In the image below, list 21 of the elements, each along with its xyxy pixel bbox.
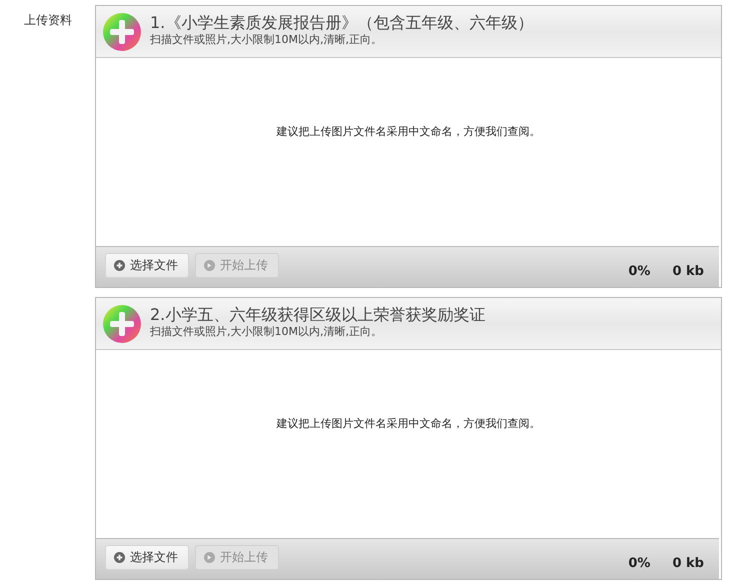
- upload-requirements: 扫描文件或照片,大小限制10M以内,清晰,正向。: [150, 324, 383, 338]
- upload-requirements: 扫描文件或照片,大小限制10M以内,清晰,正向。: [150, 32, 383, 46]
- upload-size: 0 kb: [672, 556, 704, 570]
- upload-title: 2.小学五、六年级获得区级以上荣誉获奖励奖证: [150, 304, 486, 324]
- drop-hint: 建议把上传图片文件名采用中文命名，方便我们查阅。: [276, 124, 540, 138]
- upload-size: 0 kb: [672, 264, 704, 278]
- plus-icon: [102, 304, 142, 344]
- play-icon: [204, 260, 215, 270]
- plus-icon: [102, 12, 142, 52]
- play-icon: [204, 552, 215, 562]
- upload-percent: 0%: [628, 264, 650, 278]
- drop-area[interactable]: 建议把上传图片文件名采用中文命名，方便我们查阅。: [96, 58, 721, 246]
- drop-area[interactable]: 建议把上传图片文件名采用中文命名，方便我们查阅。: [96, 350, 721, 538]
- plus-icon: [114, 552, 125, 562]
- field-label: 上传资料: [23, 12, 73, 29]
- upload-title: 1.《小学生素质发展报告册》（包含五年级、六年级）: [150, 12, 534, 32]
- plus-icon: [114, 260, 125, 270]
- drop-hint: 建议把上传图片文件名采用中文命名，方便我们查阅。: [276, 416, 540, 430]
- choose-file-button[interactable]: 选择文件: [105, 544, 189, 570]
- upload-percent: 0%: [628, 556, 650, 570]
- choose-file-button[interactable]: 选择文件: [105, 252, 189, 278]
